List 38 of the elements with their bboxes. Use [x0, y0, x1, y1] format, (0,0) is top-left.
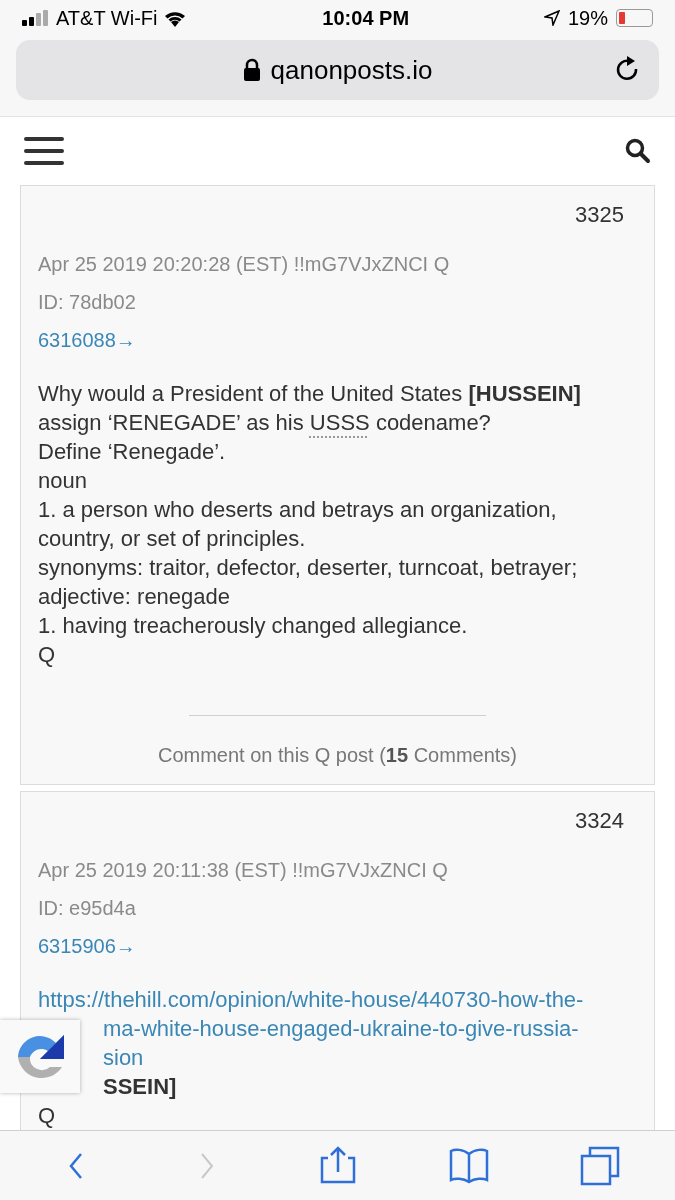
reply-link[interactable]: 6316088→ — [38, 329, 136, 351]
location-arrow-icon — [543, 10, 560, 26]
post-line: Q — [38, 1103, 56, 1128]
battery-percent: 19% — [567, 6, 608, 31]
signal-icon — [22, 10, 50, 26]
post-id: ID: e95d4a — [38, 896, 137, 921]
post-line: assign ‘RENEGADE’ as his USSS codename? — [38, 410, 491, 435]
reply-link[interactable]: 6315906→ — [38, 935, 136, 957]
post-line: Define ‘Renegade’. — [38, 439, 226, 464]
menu-icon[interactable] — [24, 136, 64, 166]
post-line: Q — [38, 642, 56, 667]
post-line: SSEIN] — [103, 1074, 177, 1099]
tabs-icon[interactable] — [579, 1145, 620, 1186]
search-icon[interactable] — [625, 138, 651, 164]
comments-link[interactable]: Comment on this Q post (15 Comments) — [158, 744, 517, 766]
post-meta: Apr 25 2019 20:11:38 (EST) !!mG7VJxZNCI Q — [38, 858, 449, 883]
book-icon[interactable] — [448, 1145, 489, 1186]
link-text[interactable]: https://thehill.com/opinion/white-house/440730-how-the- — [38, 987, 584, 1012]
post-number: 3324 — [575, 808, 624, 833]
post-id: ID: 78db02 — [38, 290, 137, 315]
post-meta: Apr 25 2019 20:20:28 (EST) !!mG7VJxZNCI Q — [38, 252, 451, 277]
url-text: qanonposts.io — [270, 53, 433, 87]
address-bar[interactable]: qanonposts.io — [16, 40, 659, 100]
carrier-label: AT&T Wi-Fi — [56, 6, 158, 31]
clock-time: 10:04 PM — [322, 6, 410, 31]
battery-icon — [616, 9, 653, 27]
link-text[interactable]: sion — [103, 1045, 144, 1070]
post-line: synonyms: traitor, defector, deserter, turncoat, betrayer; — [38, 555, 578, 580]
wifi-icon — [163, 9, 188, 27]
post-number: 3325 — [575, 202, 624, 227]
post-line: Why would a President of the United States [HUSSEIN] — [38, 381, 581, 406]
post-line: adjective: renegade — [38, 584, 231, 609]
post-line: noun — [38, 468, 87, 493]
recaptcha-badge[interactable] — [0, 1020, 80, 1093]
post-line: 1. having treacherously changed allegiance. — [38, 613, 468, 638]
lock-icon — [242, 58, 261, 82]
link-text[interactable]: ma-white-house-engaged-ukraine-to-give-russia- — [103, 1016, 579, 1041]
post-line: 1. a person who deserts and betrays an organization, country, or set of principles. — [38, 497, 557, 551]
